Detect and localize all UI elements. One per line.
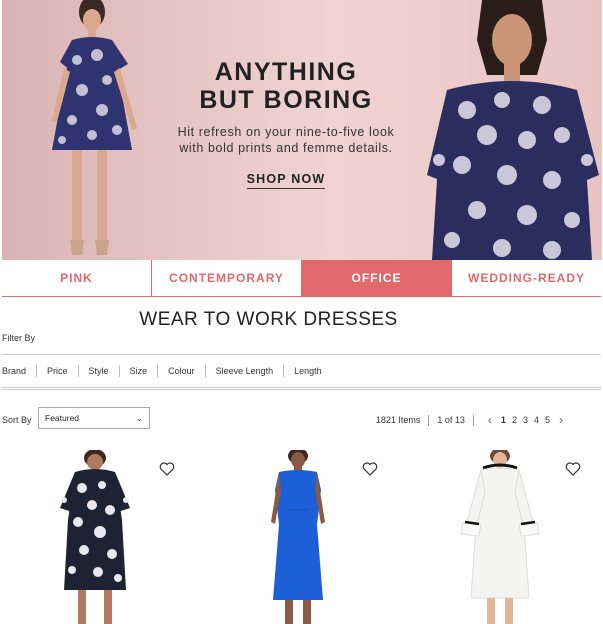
- filter-style[interactable]: Style: [79, 365, 120, 377]
- page-title: WEAR TO WORK DRESSES: [139, 309, 398, 330]
- tab-pink[interactable]: PINK: [2, 260, 152, 296]
- hero-subtitle-line-1: Hit refresh on your nine-to-five look: [177, 125, 395, 139]
- sort-by-label: Sort By: [2, 415, 32, 425]
- pagination: 1821 Items 1 of 13 ‹ 1 2 3 4 5 ›: [376, 413, 569, 427]
- tab-wedding-ready[interactable]: WEDDING-READY: [452, 260, 601, 296]
- heart-icon[interactable]: [362, 461, 378, 477]
- page-link-3[interactable]: 3: [523, 415, 528, 425]
- sort-select[interactable]: Featured ⌄: [38, 407, 150, 429]
- heart-icon[interactable]: [565, 461, 581, 477]
- chevron-left-icon[interactable]: ‹: [488, 413, 492, 427]
- filter-price[interactable]: Price: [37, 365, 79, 377]
- filter-bar: Brand Price Style Size Colour Sleeve Len…: [2, 354, 601, 390]
- chevron-down-icon: ⌄: [135, 413, 143, 423]
- hero-headline-line-2: BUT BORING: [199, 86, 373, 114]
- hero-text-block: ANYTHING BUT BORING Hit refresh on your …: [152, 58, 420, 189]
- tab-office[interactable]: OFFICE: [302, 260, 452, 296]
- page-of: 1 of 13: [437, 415, 465, 425]
- sort-selected-value: Featured: [45, 413, 80, 423]
- hero-headline-line-1: ANYTHING: [214, 58, 358, 86]
- filter-by-label: Filter By: [2, 333, 36, 343]
- page-link-5[interactable]: 5: [545, 415, 550, 425]
- page-link-1[interactable]: 1: [501, 415, 506, 425]
- page-link-2[interactable]: 2: [512, 415, 517, 425]
- shop-now-link[interactable]: SHOP NOW: [246, 172, 326, 189]
- divider: [472, 414, 474, 426]
- page-link-4[interactable]: 4: [534, 415, 539, 425]
- tab-contemporary[interactable]: CONTEMPORARY: [152, 260, 302, 296]
- filter-brand[interactable]: Brand: [2, 365, 38, 377]
- filter-colour[interactable]: Colour: [158, 365, 206, 377]
- filter-sleeve-length[interactable]: Sleeve Length: [206, 365, 285, 377]
- divider: [428, 414, 430, 426]
- chevron-right-icon[interactable]: ›: [559, 413, 563, 427]
- hero-model-left-image: [52, 0, 137, 255]
- hero-model-right-image: [427, 0, 599, 260]
- hero-subtitle: Hit refresh on your nine-to-five look wi…: [152, 124, 420, 156]
- hero-banner[interactable]: ANYTHING BUT BORING Hit refresh on your …: [2, 0, 602, 260]
- hero-subtitle-line-2: with bold prints and femme details.: [179, 141, 393, 155]
- heart-icon[interactable]: [159, 461, 175, 477]
- filter-length[interactable]: Length: [284, 365, 332, 377]
- category-tabs: PINK CONTEMPORARY OFFICE WEDDING-READY: [2, 260, 601, 297]
- item-count: 1821 Items: [375, 415, 421, 425]
- filter-size[interactable]: Size: [120, 365, 159, 377]
